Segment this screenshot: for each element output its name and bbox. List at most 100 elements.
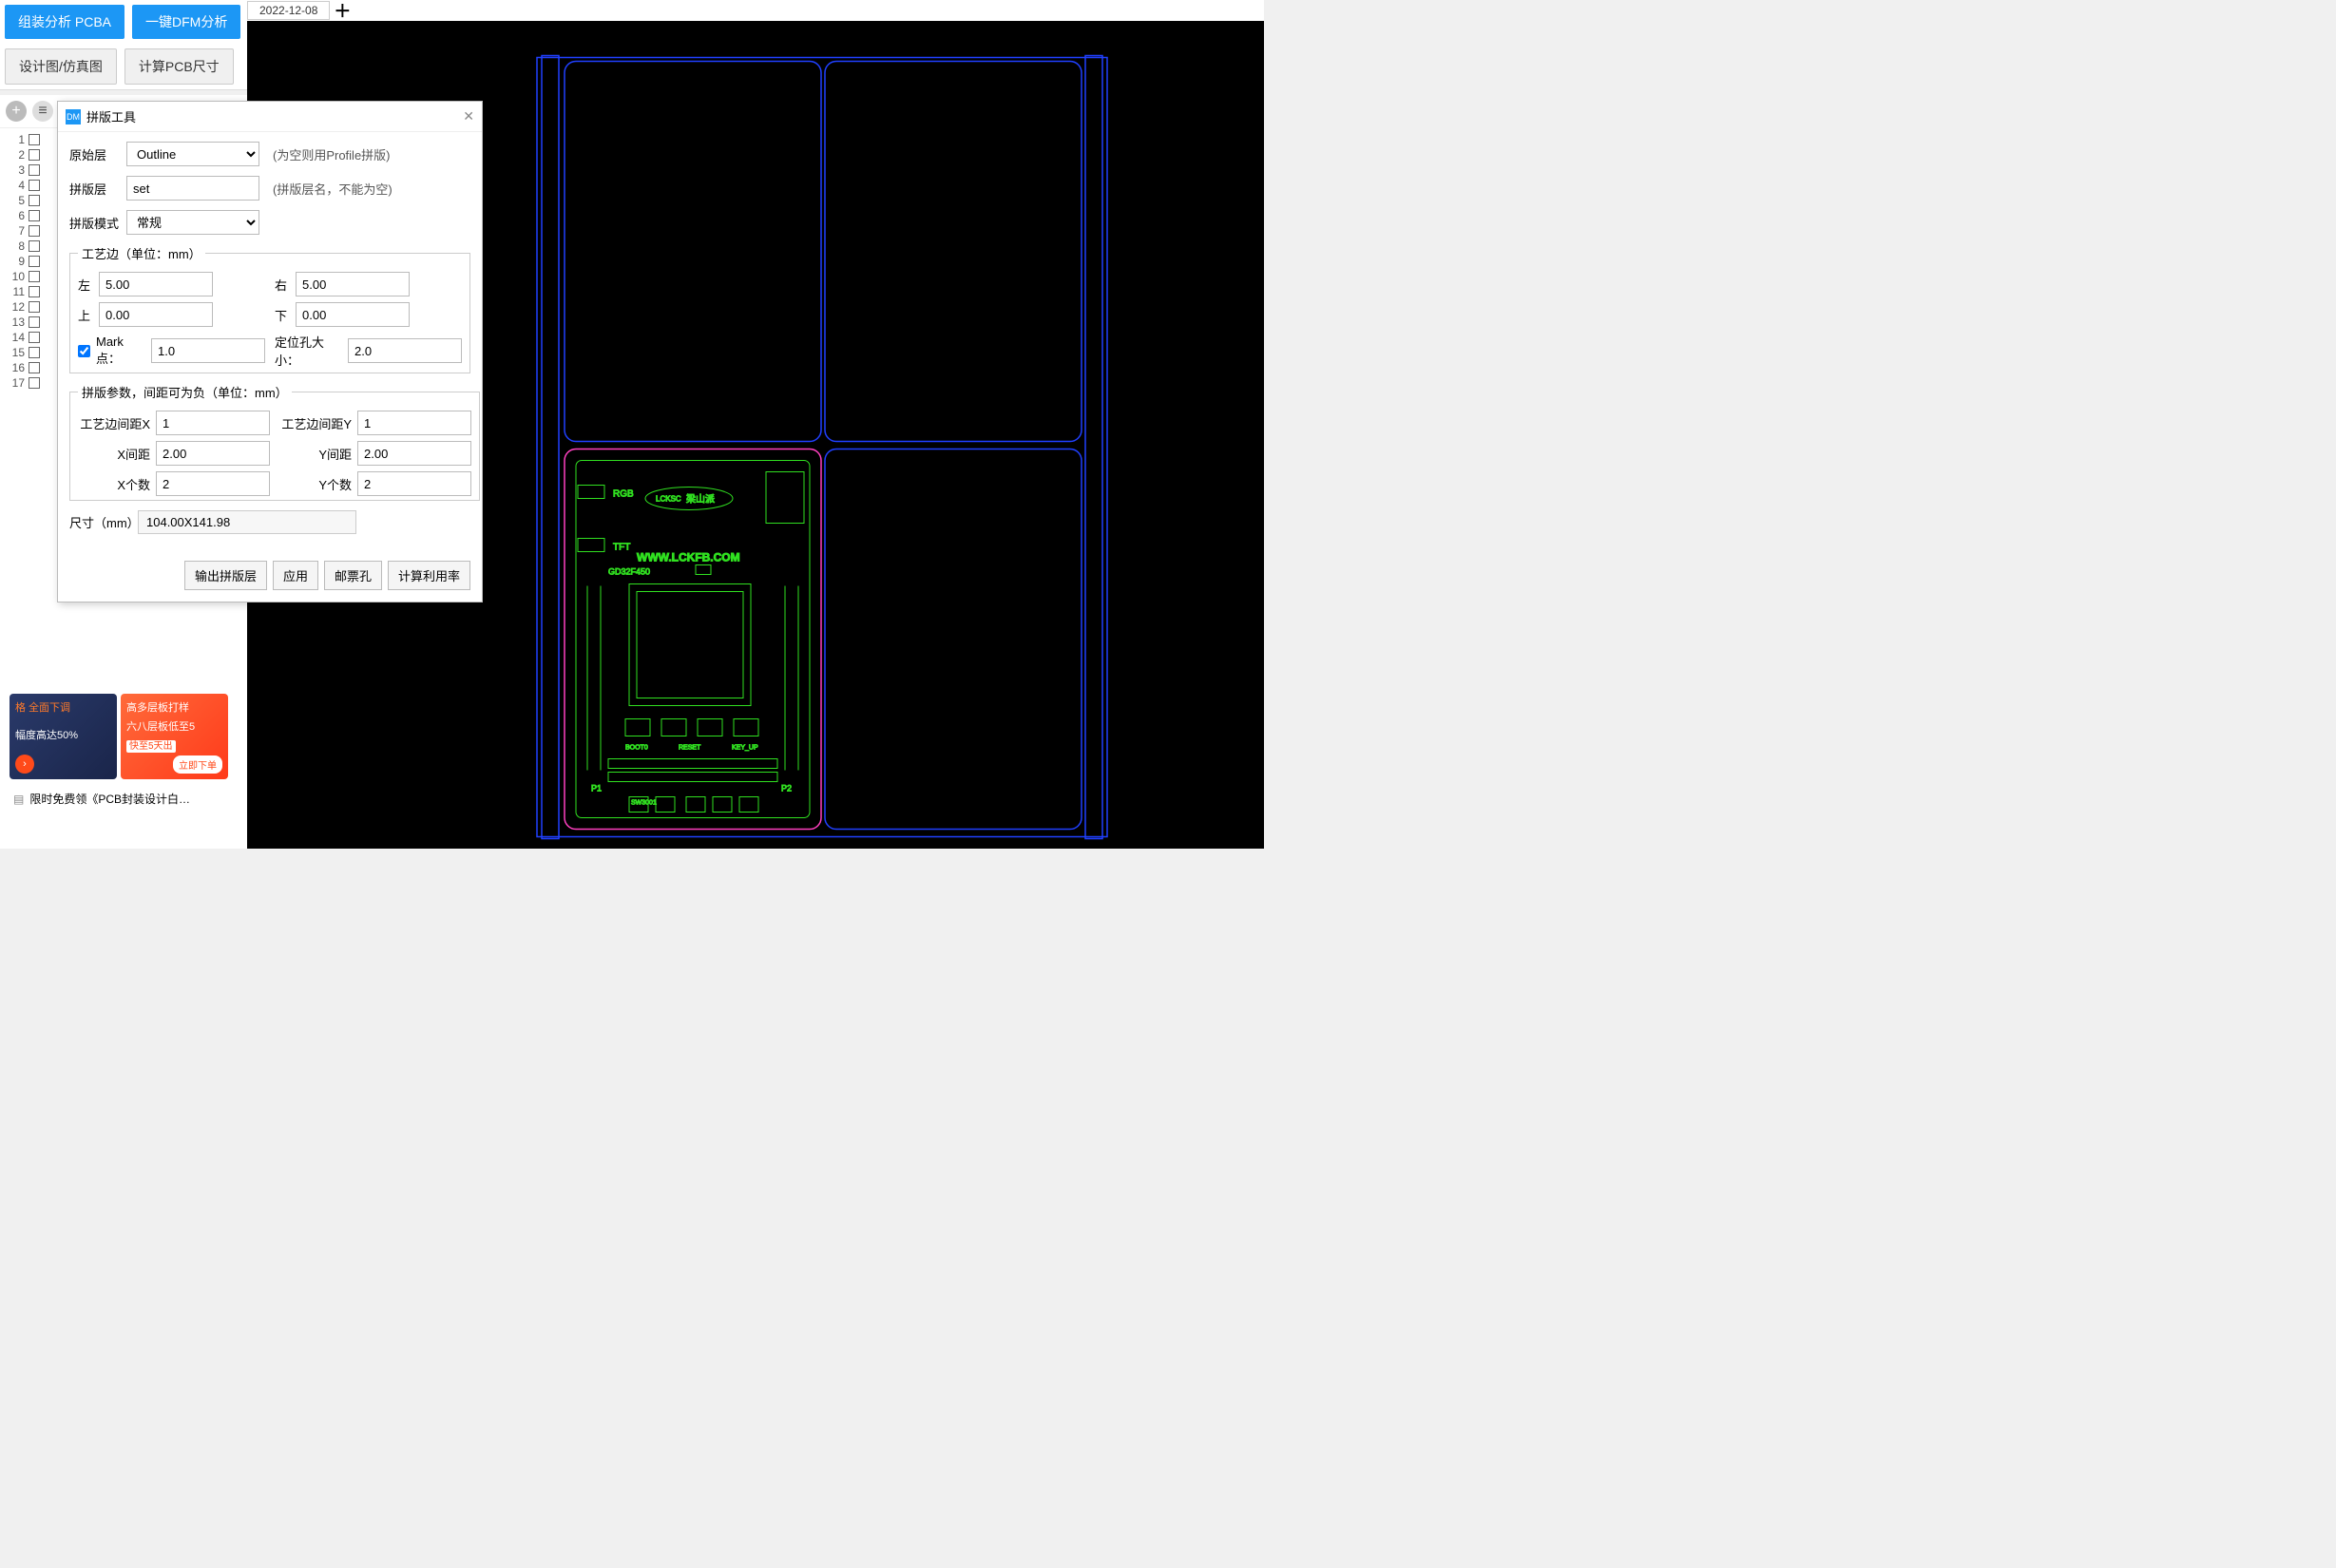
size-value: 104.00X141.98 (138, 510, 356, 534)
source-layer-select[interactable]: Outline (126, 142, 259, 166)
layer-number: 17 (6, 376, 25, 390)
params-fieldset: 拼版参数，间距可为负（单位：mm） 工艺边间距X 工艺边间距Y X间距 Y间距 … (69, 383, 480, 501)
label-p1: P1 (591, 784, 602, 794)
size-label: 尺寸（mm） (69, 513, 138, 531)
label-website: WWW.LCKFB.COM (637, 551, 740, 564)
edge-gap-y-label: 工艺边间距Y (279, 414, 352, 432)
ad2-line2: 六八层板低至5 (126, 718, 222, 734)
layers-icon: ≡ (38, 103, 47, 120)
layer-checkbox[interactable] (29, 149, 40, 161)
layer-checkbox[interactable] (29, 377, 40, 389)
apply-button[interactable]: 应用 (273, 561, 318, 590)
layer-number: 4 (6, 179, 25, 192)
chip-inner (637, 592, 743, 698)
layer-number: 1 (6, 133, 25, 146)
edge-right-label: 右 (275, 276, 288, 294)
mark-input[interactable] (151, 338, 265, 363)
layer-number: 13 (6, 316, 25, 329)
ads-section: 格 全面下调 幅度高达50% › 高多层板打样 六八层板低至5 快至5天出 立即… (10, 694, 228, 811)
x-gap-input[interactable] (156, 441, 270, 466)
edge-top-label: 上 (78, 306, 91, 324)
layer-checkbox[interactable] (29, 134, 40, 145)
board-1 (565, 62, 821, 442)
layer-number: 14 (6, 331, 25, 344)
top-conn (766, 472, 804, 524)
edge-gap-y-input[interactable] (357, 411, 471, 435)
edge-fieldset: 工艺边（单位：mm） 左 右 上 下 Mark点： 定位孔大小： (69, 244, 470, 373)
edge-bottom-input[interactable] (296, 302, 410, 327)
edge-right-input[interactable] (296, 272, 410, 296)
hole-input[interactable] (348, 338, 462, 363)
layer-options-button[interactable]: ≡ (32, 101, 53, 122)
layer-checkbox[interactable] (29, 316, 40, 328)
edge-left-label: 左 (78, 276, 91, 294)
mark-checkbox[interactable] (78, 345, 90, 357)
layer-number: 6 (6, 209, 25, 222)
mode-select[interactable]: 常规 (126, 210, 259, 235)
chip-outline (629, 584, 751, 706)
tft-conn (578, 539, 604, 552)
calc-pcb-size-button[interactable]: 计算PCB尺寸 (124, 48, 234, 85)
ad-banner-1[interactable]: 格 全面下调 幅度高达50% › (10, 694, 117, 779)
edge-gap-x-label: 工艺边间距X (78, 414, 150, 432)
panel-layer-hint: (拼版层名，不能为空) (273, 180, 393, 198)
tab-add-button[interactable]: ＋ (332, 0, 353, 21)
layer-checkbox[interactable] (29, 362, 40, 373)
calc-utilization-button[interactable]: 计算利用率 (388, 561, 470, 590)
source-layer-hint: (为空则用Profile拼版) (273, 145, 391, 163)
params-legend: 拼版参数，间距可为负（单位：mm） (78, 383, 292, 401)
left-rail (542, 56, 559, 839)
y-gap-input[interactable] (357, 441, 471, 466)
close-icon[interactable]: ✕ (463, 108, 474, 124)
rgb-conn (578, 486, 604, 499)
add-layer-button[interactable]: + (6, 101, 27, 122)
label-keyup: KEY_UP (732, 745, 758, 752)
small-pad-1 (696, 565, 711, 575)
layer-checkbox[interactable] (29, 347, 40, 358)
layer-checkbox[interactable] (29, 301, 40, 313)
ad2-line1: 高多层板打样 (126, 699, 222, 715)
dialog-titlebar[interactable]: DM 拼版工具 ✕ (58, 102, 482, 132)
edge-left-input[interactable] (99, 272, 213, 296)
layer-checkbox[interactable] (29, 210, 40, 221)
bottom-components (629, 797, 758, 813)
right-rail (1085, 56, 1102, 839)
promo-link-text: 限时免费领《PCB封装设计白… (29, 791, 190, 807)
x-count-input[interactable] (156, 471, 270, 496)
layer-checkbox[interactable] (29, 332, 40, 343)
layer-checkbox[interactable] (29, 256, 40, 267)
layer-checkbox[interactable] (29, 286, 40, 297)
ad-banner-2[interactable]: 高多层板打样 六八层板低至5 快至5天出 立即下单 (121, 694, 228, 779)
y-count-input[interactable] (357, 471, 471, 496)
layer-number: 9 (6, 255, 25, 268)
x-gap-label: X间距 (78, 445, 150, 463)
layer-number: 12 (6, 300, 25, 314)
stamp-hole-button[interactable]: 邮票孔 (324, 561, 382, 590)
layer-checkbox[interactable] (29, 225, 40, 237)
layer-checkbox[interactable] (29, 240, 40, 252)
app-icon: DM (66, 109, 81, 124)
layer-number: 16 (6, 361, 25, 374)
tab-active[interactable]: 2022-12-08 (247, 1, 330, 20)
label-rgb: RGB (613, 489, 634, 500)
label-chip: GD32F450 (608, 567, 650, 577)
edge-gap-x-input[interactable] (156, 411, 270, 435)
assembly-analysis-button[interactable]: 组装分析 PCBA (5, 5, 124, 39)
y-gap-label: Y间距 (279, 445, 352, 463)
export-layer-button[interactable]: 输出拼版层 (184, 561, 267, 590)
plus-icon: ＋ (334, 0, 351, 23)
edge-top-input[interactable] (99, 302, 213, 327)
panel-layer-input[interactable] (126, 176, 259, 201)
layer-checkbox[interactable] (29, 195, 40, 206)
ad1-line2: 幅度高达50% (15, 727, 111, 742)
layer-checkbox[interactable] (29, 164, 40, 176)
design-view-button[interactable]: 设计图/仿真图 (5, 48, 117, 85)
panel-outline (537, 58, 1107, 837)
dfm-analysis-button[interactable]: 一键DFM分析 (132, 5, 240, 39)
layer-number: 7 (6, 224, 25, 238)
layer-checkbox[interactable] (29, 180, 40, 191)
promo-link[interactable]: ▤ 限时免费领《PCB封装设计白… (10, 787, 228, 811)
label-tft: TFT (613, 543, 630, 553)
logo-text: LCKSC (656, 495, 681, 504)
layer-checkbox[interactable] (29, 271, 40, 282)
